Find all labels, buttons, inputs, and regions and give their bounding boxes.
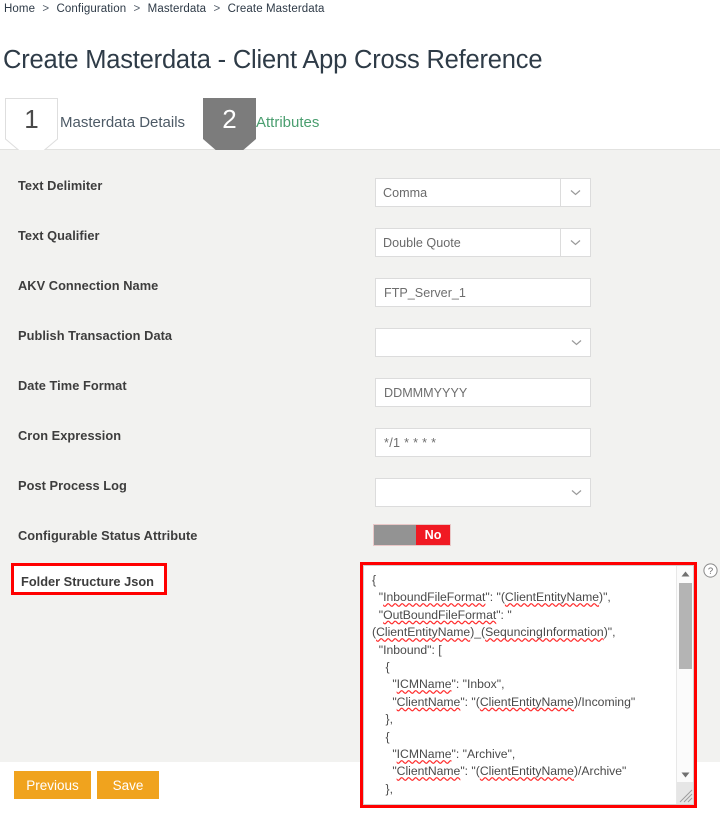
tab-step-number: 1 xyxy=(24,104,39,134)
label-text-qualifier: Text Qualifier xyxy=(18,228,100,243)
select-text-delimiter-toggle[interactable] xyxy=(561,178,591,207)
toggle-knob xyxy=(374,525,416,545)
tab-step-number: 2 xyxy=(222,104,237,134)
label-folder-structure-json: Folder Structure Json xyxy=(21,574,154,589)
select-text-delimiter-value[interactable]: Comma xyxy=(375,178,561,207)
control-post-process-log xyxy=(375,478,591,507)
highlight-box-folder-structure-json-label: Folder Structure Json xyxy=(11,563,167,595)
chevron-down-icon xyxy=(570,240,581,246)
control-cron-expression: */1 * * * * xyxy=(375,428,591,457)
breadcrumb-item-home[interactable]: Home xyxy=(4,3,35,15)
toggle-state-label: No xyxy=(416,525,450,545)
breadcrumb-item-masterdata[interactable]: Masterdata xyxy=(148,3,207,15)
label-configurable-status-attribute: Configurable Status Attribute xyxy=(18,528,198,543)
label-date-time-format: Date Time Format xyxy=(18,378,127,393)
form-row-post-process-log: Post Process Log xyxy=(0,478,720,528)
control-text-qualifier: Double Quote xyxy=(375,228,591,257)
form-row-date-time-format: Date Time Format DDMMMYYYY xyxy=(0,378,720,428)
tab-attributes-step[interactable]: 2 xyxy=(203,98,256,162)
select-post-process-log[interactable] xyxy=(375,478,591,507)
tab-label-attributes[interactable]: Attributes xyxy=(256,114,319,131)
textarea-folder-structure-json-value[interactable]: { "InboundFileFormat": "(ClientEntityNam… xyxy=(364,566,676,804)
control-text-delimiter: Comma xyxy=(375,178,591,207)
scroll-up-arrow-icon[interactable] xyxy=(677,566,693,581)
breadcrumb-item-create-masterdata[interactable]: Create Masterdata xyxy=(228,3,325,15)
input-akv-connection-name[interactable]: FTP_Server_1 xyxy=(375,278,591,307)
select-text-qualifier-toggle[interactable] xyxy=(561,228,591,257)
chevron-down-icon xyxy=(571,490,582,496)
resize-grip-icon[interactable] xyxy=(677,782,693,804)
control-akv-connection-name: FTP_Server_1 xyxy=(375,278,591,307)
form-row-cron-expression: Cron Expression */1 * * * * xyxy=(0,428,720,478)
label-publish-transaction-data: Publish Transaction Data xyxy=(18,328,173,343)
svg-text:?: ? xyxy=(708,566,713,577)
breadcrumb-separator: > xyxy=(42,3,50,15)
breadcrumb-item-configuration[interactable]: Configuration xyxy=(57,3,127,15)
step-tabs: 1 Masterdata Details 2 Attributes xyxy=(0,98,720,162)
save-button[interactable]: Save xyxy=(97,771,159,799)
breadcrumb-separator: > xyxy=(133,3,141,15)
input-date-time-format[interactable]: DDMMMYYYY xyxy=(375,378,591,407)
tab-masterdata-details-step[interactable]: 1 xyxy=(5,98,58,162)
control-publish-transaction-data xyxy=(375,328,591,357)
control-configurable-status-attribute: No xyxy=(373,524,451,546)
toggle-configurable-status-attribute[interactable]: No xyxy=(373,524,451,546)
input-cron-expression[interactable]: */1 * * * * xyxy=(375,428,591,457)
highlight-box-folder-structure-json-input: { "InboundFileFormat": "(ClientEntityNam… xyxy=(360,562,697,808)
select-publish-transaction-data[interactable] xyxy=(375,328,591,357)
scroll-down-arrow-icon[interactable] xyxy=(677,767,693,782)
control-date-time-format: DDMMMYYYY xyxy=(375,378,591,407)
chevron-down-icon xyxy=(570,190,581,196)
label-post-process-log: Post Process Log xyxy=(18,478,127,493)
form-row-text-qualifier: Text Qualifier Double Quote xyxy=(0,228,720,278)
select-text-qualifier[interactable]: Double Quote xyxy=(375,228,591,257)
form-row-akv-connection-name: AKV Connection Name FTP_Server_1 xyxy=(0,278,720,328)
textarea-scrollbar[interactable] xyxy=(676,566,693,804)
previous-button[interactable]: Previous xyxy=(14,771,91,799)
scrollbar-thumb[interactable] xyxy=(679,583,692,669)
textarea-folder-structure-json[interactable]: { "InboundFileFormat": "(ClientEntityNam… xyxy=(363,565,694,805)
select-text-delimiter[interactable]: Comma xyxy=(375,178,591,207)
label-text-delimiter: Text Delimiter xyxy=(18,178,103,193)
select-text-qualifier-value[interactable]: Double Quote xyxy=(375,228,561,257)
breadcrumb: Home > Configuration > Masterdata > Crea… xyxy=(4,3,325,15)
form-row-publish-transaction-data: Publish Transaction Data xyxy=(0,328,720,378)
page-title: Create Masterdata - Client App Cross Ref… xyxy=(3,46,543,74)
form-row-text-delimiter: Text Delimiter Comma xyxy=(0,178,720,228)
breadcrumb-separator: > xyxy=(213,3,221,15)
help-circle-icon[interactable]: ? xyxy=(703,563,718,578)
label-cron-expression: Cron Expression xyxy=(18,428,122,443)
label-akv-connection-name: AKV Connection Name xyxy=(18,278,159,293)
chevron-down-icon xyxy=(571,340,582,346)
tab-label-masterdata-details[interactable]: Masterdata Details xyxy=(60,114,185,131)
